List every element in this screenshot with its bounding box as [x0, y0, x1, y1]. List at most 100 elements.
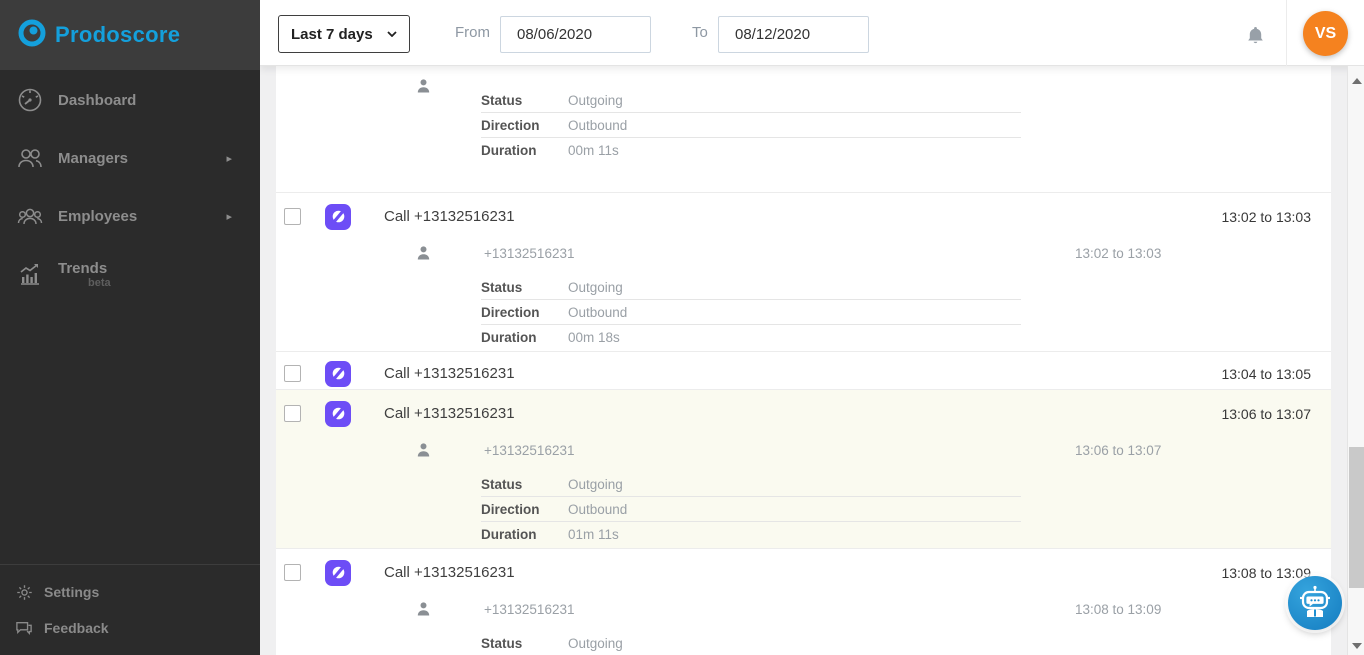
call-title: Call +13132516231 — [384, 564, 515, 581]
row-checkbox[interactable] — [284, 405, 301, 422]
sidebar-item-label: Trends — [58, 260, 107, 277]
direction-label: Direction — [481, 305, 568, 320]
direction-value: Outbound — [568, 305, 627, 320]
call-time-range: 13:06 to 13:07 — [1221, 406, 1311, 422]
user-avatar[interactable]: VS — [1303, 11, 1348, 56]
contact-line: +13132516231 13:02 to 13:03 — [276, 241, 1331, 265]
direction-label: Direction — [481, 118, 568, 133]
robot-icon — [1295, 583, 1335, 623]
call-row-highlighted: Call +13132516231 13:06 to 13:07 +131325… — [276, 390, 1331, 549]
status-label: Status — [481, 280, 568, 295]
contact-time-range: 13:02 to 13:03 — [1075, 246, 1161, 261]
detail-row-direction: Direction Outbound — [481, 497, 1021, 522]
duration-value: 00m 11s — [568, 143, 619, 158]
sidebar: Prodoscore Dashboard — [0, 0, 260, 655]
status-value: Outgoing — [568, 636, 623, 651]
contact-time-range: 13:08 to 13:09 — [1075, 602, 1161, 617]
status-label: Status — [481, 636, 568, 651]
chatbot-button[interactable] — [1288, 576, 1342, 630]
call-time-range: 13:02 to 13:03 — [1221, 209, 1311, 225]
sidebar-item-label: Feedback — [44, 620, 109, 636]
detail-row-direction: Direction Outbound — [481, 113, 1021, 138]
chevron-right-icon: ▸ — [226, 152, 232, 165]
duration-label: Duration — [481, 143, 568, 158]
sidebar-item-employees[interactable]: Employees ▸ — [0, 200, 260, 232]
gear-icon — [14, 582, 34, 602]
person-icon — [417, 246, 430, 260]
prodoscore-logo[interactable]: Prodoscore — [18, 19, 180, 52]
topbar: Last 7 days From To VS — [260, 0, 1364, 66]
app-window: Prodoscore Dashboard — [0, 0, 1364, 655]
detail-row-status: Status Outgoing — [481, 275, 1021, 300]
person-icon — [417, 602, 430, 616]
feedback-icon — [14, 618, 34, 638]
row-checkbox[interactable] — [284, 208, 301, 225]
call-details: Status Outgoing Direction Outbound — [481, 631, 1021, 655]
notifications-bell-icon[interactable] — [1242, 22, 1268, 48]
sidebar-item-trends[interactable]: Trends beta — [0, 258, 260, 290]
call-icon — [325, 204, 351, 230]
sidebar-item-label-wrap: Trends beta — [58, 260, 111, 289]
scrollbar-thumb[interactable] — [1349, 447, 1364, 588]
from-date-input[interactable] — [500, 16, 651, 53]
sidebar-header: Prodoscore — [0, 0, 260, 70]
call-icon — [325, 361, 351, 387]
call-row: Call +13132516231 13:04 to 13:05 — [276, 352, 1331, 390]
call-details: Status Outgoing Direction Outbound Durat… — [481, 88, 1021, 163]
detail-row-duration: Duration 00m 11s — [481, 138, 1021, 163]
call-row-header[interactable]: Call +13132516231 13:02 to 13:03 — [276, 193, 1331, 231]
to-date-input[interactable] — [718, 16, 869, 53]
detail-row-direction: Direction Outbound — [481, 300, 1021, 325]
duration-label: Duration — [481, 527, 568, 542]
sidebar-item-settings[interactable]: Settings — [0, 577, 260, 607]
sidebar-item-dashboard[interactable]: Dashboard — [0, 84, 260, 116]
logo-text: Prodoscore — [55, 22, 180, 48]
call-time-range: 13:08 to 13:09 — [1221, 565, 1311, 581]
trends-icon — [16, 260, 44, 288]
sidebar-item-label: Managers — [58, 150, 128, 167]
call-row-header[interactable]: Call +13132516231 13:08 to 13:09 — [276, 549, 1331, 587]
status-value: Outgoing — [568, 477, 623, 492]
call-icon — [325, 560, 351, 586]
call-title: Call +13132516231 — [384, 365, 515, 382]
status-value: Outgoing — [568, 280, 623, 295]
call-row: Call +13132516231 13:02 to 13:03 +131325… — [276, 193, 1331, 352]
sidebar-item-label: Employees — [58, 208, 137, 225]
call-row-partial[interactable]: Status Outgoing Direction Outbound Durat… — [276, 88, 1331, 193]
sidebar-item-managers[interactable]: Managers ▸ — [0, 142, 260, 174]
date-range-select[interactable]: Last 7 days — [278, 15, 410, 53]
call-row: Call +13132516231 13:08 to 13:09 +131325… — [276, 549, 1331, 655]
contact-number: +13132516231 — [484, 602, 574, 617]
sidebar-item-label: Dashboard — [58, 92, 136, 109]
call-log-card: Status Outgoing Direction Outbound Durat… — [276, 66, 1331, 655]
call-row-header[interactable]: Call +13132516231 13:06 to 13:07 — [276, 390, 1331, 428]
gauge-icon — [16, 86, 44, 114]
direction-value: Outbound — [568, 502, 627, 517]
duration-label: Duration — [481, 330, 568, 345]
direction-value: Outbound — [568, 118, 627, 133]
managers-icon — [16, 144, 44, 172]
row-checkbox[interactable] — [284, 564, 301, 581]
topbar-divider — [1286, 0, 1287, 66]
person-icon — [417, 443, 430, 457]
scrollbar-up-arrow-icon[interactable] — [1352, 78, 1362, 84]
prodoscore-logo-icon — [18, 19, 46, 52]
direction-label: Direction — [481, 502, 568, 517]
sidebar-footer: Settings Feedback — [0, 564, 260, 655]
detail-row-duration: Duration 01m 11s — [481, 522, 1021, 547]
vertical-scrollbar[interactable] — [1347, 66, 1364, 655]
employees-icon — [16, 202, 44, 230]
sidebar-item-feedback[interactable]: Feedback — [0, 613, 260, 643]
call-details: Status Outgoing Direction Outbound Durat… — [481, 472, 1021, 547]
call-time-range: 13:04 to 13:05 — [1221, 366, 1311, 382]
contact-number: +13132516231 — [484, 246, 574, 261]
call-row-header[interactable]: Call +13132516231 13:04 to 13:05 — [276, 352, 1331, 390]
contact-number: +13132516231 — [484, 443, 574, 458]
scrollbar-down-arrow-icon[interactable] — [1352, 643, 1362, 649]
chevron-right-icon: ▸ — [226, 210, 232, 223]
row-checkbox[interactable] — [284, 365, 301, 382]
contact-line: +13132516231 13:06 to 13:07 — [276, 438, 1331, 462]
contact-line: +13132516231 13:08 to 13:09 — [276, 597, 1331, 621]
duration-value: 00m 18s — [568, 330, 620, 345]
duration-value: 01m 11s — [568, 527, 619, 542]
